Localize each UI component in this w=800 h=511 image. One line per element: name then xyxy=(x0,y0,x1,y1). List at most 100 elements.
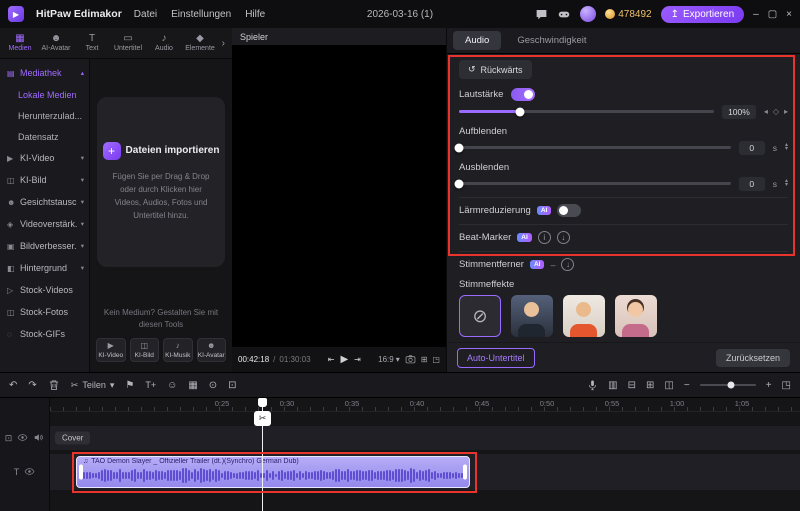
sidebar-item-bildverbesserung[interactable]: ▣ Bildverbesser... ▾ xyxy=(0,235,89,257)
maximize-button[interactable]: ▢ xyxy=(768,9,777,20)
sidebar-item-herunterzuladen[interactable]: Herunterzulad... xyxy=(0,105,89,126)
sidebar-item-datensatz[interactable]: Datensatz xyxy=(0,126,89,147)
add-text-button[interactable]: T+ xyxy=(145,380,156,390)
sidebar-item-hintergrund[interactable]: ◧ Hintergrund ▾ xyxy=(0,257,89,279)
sidebar-item-ki-video[interactable]: ▶ KI-Video ▾ xyxy=(0,147,89,169)
step-down-icon[interactable]: ▾ xyxy=(785,146,788,151)
step-down-icon[interactable]: ▾ xyxy=(785,182,788,187)
timeline-ruler[interactable]: 0:25 0:30 0:35 0:40 0:45 0:50 0:55 1:00 … xyxy=(50,398,800,412)
tool-ki-bild-button[interactable]: ◫ KI-Bild xyxy=(129,338,159,362)
mosaic-button[interactable]: ▦ xyxy=(188,380,197,391)
tool-ki-avatar-button[interactable]: ☻ KI-Avatar xyxy=(196,338,226,362)
eye-icon[interactable] xyxy=(24,463,35,481)
menu-einstellungen[interactable]: Einstellungen xyxy=(171,9,231,20)
audio-clip[interactable]: ♫ TAO Demon Slayer _ Offizieller Trailer… xyxy=(76,456,470,488)
grid-overlay-icon[interactable]: ⊞ xyxy=(421,355,428,364)
prev-frame-button[interactable]: ⇤ xyxy=(328,355,335,364)
zoom-in-button[interactable]: + xyxy=(766,380,772,391)
controller-icon[interactable] xyxy=(557,8,571,21)
voice-effect-frau[interactable]: Frau xyxy=(563,295,605,342)
coin-balance[interactable]: 478492 xyxy=(605,9,652,20)
fullscreen-icon[interactable]: ◳ xyxy=(432,355,440,364)
undo-button[interactable]: ↶ xyxy=(9,380,17,391)
reverse-button[interactable]: ↺ Rückwärts xyxy=(459,60,532,79)
fade-out-stepper[interactable]: ▴ ▾ xyxy=(785,178,788,187)
track-view-3-button[interactable]: ⊞ xyxy=(646,380,654,391)
cover-clip[interactable]: Cover xyxy=(55,431,91,445)
tab-audio[interactable]: ♪ Audio xyxy=(146,34,182,53)
next-frame-button[interactable]: ⇥ xyxy=(354,355,361,364)
tab-medien[interactable]: ▦ Medien xyxy=(2,34,38,53)
volume-slider[interactable] xyxy=(459,107,715,116)
tab-untertitel[interactable]: ▭ Untertitel xyxy=(110,34,146,53)
auto-subtitle-button[interactable]: Auto-Untertitel xyxy=(457,347,535,368)
track-view-2-button[interactable]: ⊟ xyxy=(628,380,636,391)
redo-button[interactable]: ↷ xyxy=(28,380,36,391)
zoom-out-button[interactable]: − xyxy=(684,380,690,391)
tab-audio-settings[interactable]: Audio xyxy=(453,31,502,50)
menu-hilfe[interactable]: Hilfe xyxy=(245,9,265,20)
next-keyframe-icon[interactable]: ▸ xyxy=(784,107,788,116)
close-button[interactable]: × xyxy=(786,9,792,20)
play-button[interactable]: ▶ xyxy=(340,354,348,365)
user-avatar[interactable] xyxy=(580,6,597,22)
tool-ki-video-button[interactable]: ▶ KI-Video xyxy=(96,338,126,362)
prev-keyframe-icon[interactable]: ◂ xyxy=(764,107,768,116)
fade-in-stepper[interactable]: ▴ ▾ xyxy=(785,142,788,151)
tab-elemente[interactable]: ◆ Elemente xyxy=(182,34,218,53)
eye-icon[interactable] xyxy=(17,429,28,447)
text-track-icon[interactable]: T xyxy=(14,467,20,477)
sidebar-item-gesichtstausch[interactable]: ☻ Gesichtstausch ▾ xyxy=(0,191,89,213)
tool-ki-musik-button[interactable]: ♪ KI-Musik xyxy=(163,338,193,362)
fade-in-slider[interactable] xyxy=(454,143,731,152)
split-button[interactable]: ✂ Teilen ▾ xyxy=(71,380,115,391)
aspect-ratio-select[interactable]: 16:9 ▾ xyxy=(378,355,400,364)
track-view-1-button[interactable]: ▥ xyxy=(608,380,617,391)
import-dropzone[interactable]: + Dateien importieren Fügen Sie per Drag… xyxy=(97,97,225,267)
record-button[interactable]: ⊙ xyxy=(209,380,217,391)
tab-text[interactable]: T Text xyxy=(74,34,110,53)
sidebar-item-ki-bild[interactable]: ◫ KI-Bild ▾ xyxy=(0,169,89,191)
track-view-4-button[interactable]: ◫ xyxy=(664,380,673,391)
tab-geschwindigkeit[interactable]: Geschwindigkeit xyxy=(505,31,598,50)
download-icon[interactable]: ↓ xyxy=(556,231,570,244)
lock-track-icon[interactable]: ⊡ xyxy=(5,433,13,443)
volume-toggle[interactable] xyxy=(511,88,536,101)
voice-effect-kind[interactable]: Kind xyxy=(615,295,657,342)
reset-button[interactable]: Zurücksetzen xyxy=(715,348,790,367)
fade-out-slider[interactable] xyxy=(454,179,731,188)
speaker-icon[interactable] xyxy=(33,429,44,447)
snapshot-icon[interactable] xyxy=(405,354,416,365)
collapse-panel-icon[interactable]: › xyxy=(222,38,230,49)
sticker-button[interactable]: ☺ xyxy=(167,380,177,391)
cut-at-playhead-button[interactable]: ✂ xyxy=(254,411,271,426)
fit-timeline-button[interactable]: ◳ xyxy=(782,380,791,391)
download-icon[interactable]: ↓ xyxy=(561,258,575,271)
sidebar-item-mediathek[interactable]: ▤ Mediathek ▴ xyxy=(0,62,89,84)
info-icon[interactable]: i xyxy=(537,231,551,244)
trim-handle-right[interactable] xyxy=(463,464,467,480)
sidebar-item-lokale-medien[interactable]: Lokale Medien xyxy=(0,84,89,105)
sidebar-item-stock-fotos[interactable]: ◫ Stock-Fotos xyxy=(0,301,89,323)
minimize-button[interactable]: – xyxy=(753,9,759,20)
playhead-handle[interactable] xyxy=(258,398,267,407)
noise-reduction-toggle[interactable] xyxy=(557,204,582,217)
add-keyframe-icon[interactable]: ◇ xyxy=(773,107,779,116)
voice-effect-herr[interactable]: Herr xyxy=(511,295,553,342)
tab-ai-avatar[interactable]: ☻ AI-Avatar xyxy=(38,34,74,53)
crop-button[interactable]: ⊡ xyxy=(228,380,236,391)
menu-datei[interactable]: Datei xyxy=(134,9,157,20)
marker-button[interactable]: ⚑ xyxy=(125,380,134,391)
beat-marker-label: Beat-Marker xyxy=(459,232,512,243)
feedback-chat-icon[interactable] xyxy=(535,8,548,21)
voiceover-mic-button[interactable] xyxy=(587,379,598,391)
sidebar-item-videoverstaerker[interactable]: ◈ Videoverstärk... ▾ xyxy=(0,213,89,235)
export-button[interactable]: ↥ Exportieren xyxy=(660,5,745,23)
delete-button[interactable] xyxy=(48,379,60,391)
sidebar-item-stock-gifs[interactable]: ◌ Stock-GIFs xyxy=(0,323,89,345)
sidebar-item-stock-videos[interactable]: ▷ Stock-Videos xyxy=(0,279,89,301)
voice-effect-nein[interactable]: ⊘ Nein xyxy=(459,295,501,342)
timeline-zoom-slider[interactable] xyxy=(699,381,756,389)
video-preview[interactable] xyxy=(232,46,446,346)
trim-handle-left[interactable] xyxy=(79,464,83,480)
